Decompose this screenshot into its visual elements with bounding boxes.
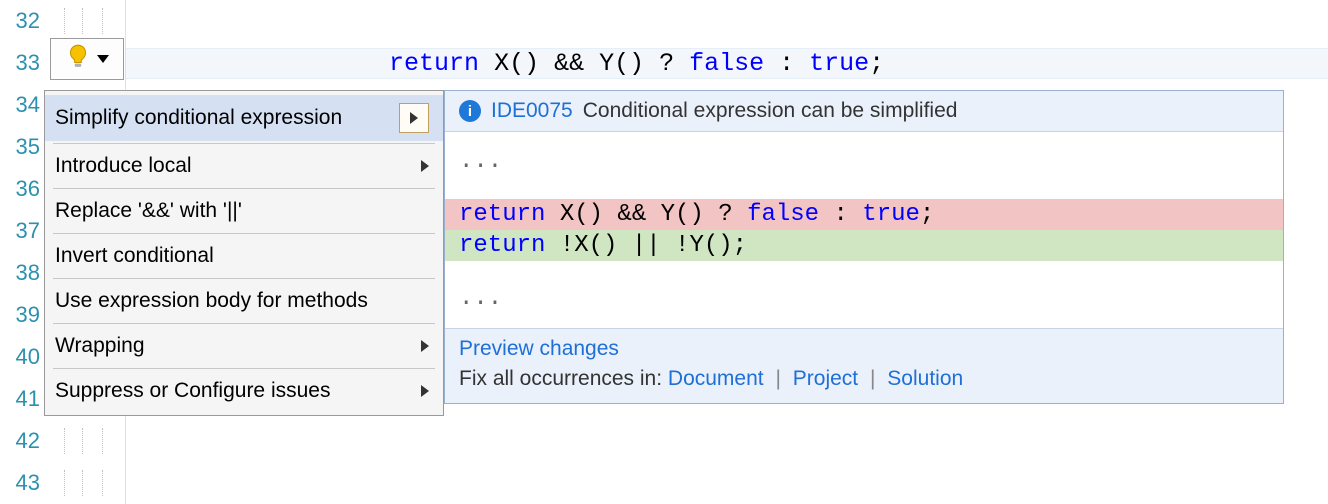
preview-footer: Preview changes Fix all occurrences in: … <box>445 328 1283 403</box>
menu-separator <box>53 233 435 234</box>
menu-item-label: Wrapping <box>55 334 145 358</box>
menu-separator <box>53 143 435 144</box>
line-number: 32 <box>0 8 46 34</box>
line-number: 35 <box>0 134 46 160</box>
menu-separator <box>53 323 435 324</box>
editor-line: 42 <box>0 420 1328 462</box>
submenu-arrow-icon <box>421 340 429 352</box>
line-number: 36 <box>0 176 46 202</box>
keyword-true: true <box>809 49 869 78</box>
info-icon: i <box>459 100 481 122</box>
code-text: ; <box>869 49 884 78</box>
menu-item-invert-conditional[interactable]: Invert conditional <box>45 236 443 276</box>
menu-item-label: Replace '&&' with '||' <box>55 199 242 223</box>
preview-header: i IDE0075 Conditional expression can be … <box>445 91 1283 132</box>
line-number: 38 <box>0 260 46 286</box>
submenu-arrow-icon <box>399 103 429 133</box>
line-number: 34 <box>0 92 46 118</box>
menu-item-simplify-conditional[interactable]: Simplify conditional expression <box>45 95 443 141</box>
preview-panel: i IDE0075 Conditional expression can be … <box>444 90 1284 404</box>
line-number: 41 <box>0 386 46 412</box>
menu-item-replace-operator[interactable]: Replace '&&' with '||' <box>45 191 443 231</box>
line-number: 37 <box>0 218 46 244</box>
editor-line-current: 33 return X() && Y() ? false : true; <box>0 42 1328 84</box>
menu-separator <box>53 368 435 369</box>
line-number: 39 <box>0 302 46 328</box>
menu-item-expression-body[interactable]: Use expression body for methods <box>45 281 443 321</box>
preview-changes-link[interactable]: Preview changes <box>459 337 619 360</box>
gutter <box>46 0 126 42</box>
menu-item-label: Suppress or Configure issues <box>55 379 330 403</box>
menu-item-label: Invert conditional <box>55 244 214 268</box>
diff-removed-line: return X() && Y() ? false : true; <box>445 199 1283 230</box>
diff-ellipsis: ... <box>445 142 1283 181</box>
fix-all-label: Fix all occurrences in: <box>459 367 668 390</box>
preview-diff: ... return X() && Y() ? false : true; re… <box>445 132 1283 328</box>
gutter <box>46 420 126 462</box>
line-number: 43 <box>0 470 46 496</box>
menu-separator <box>53 188 435 189</box>
fix-document-link[interactable]: Document <box>668 367 764 390</box>
chevron-down-icon <box>97 55 109 63</box>
diff-ellipsis: ... <box>445 279 1283 318</box>
code-editor[interactable]: 32 33 return X() && Y() ? false : true; … <box>0 0 1328 503</box>
menu-item-introduce-local[interactable]: Introduce local <box>45 146 443 186</box>
code-text: : <box>764 49 809 78</box>
menu-item-label: Introduce local <box>55 154 192 178</box>
menu-item-label: Simplify conditional expression <box>55 106 342 130</box>
menu-separator <box>53 278 435 279</box>
fix-project-link[interactable]: Project <box>793 367 858 390</box>
diagnostic-message: Conditional expression can be simplified <box>583 99 958 123</box>
menu-item-wrapping[interactable]: Wrapping <box>45 326 443 366</box>
code-text: X() && Y() ? <box>479 49 689 78</box>
fix-solution-link[interactable]: Solution <box>887 367 963 390</box>
quick-actions-menu: Simplify conditional expression Introduc… <box>44 90 444 416</box>
keyword-return: return <box>389 49 479 78</box>
separator: | <box>870 367 875 390</box>
code-cell[interactable]: return X() && Y() ? false : true; <box>126 48 1328 79</box>
line-number: 33 <box>0 50 46 76</box>
diff-added-line: return !X() || !Y(); <box>445 230 1283 261</box>
submenu-arrow-icon <box>421 160 429 172</box>
lightbulb-button[interactable] <box>50 38 124 80</box>
diagnostic-code[interactable]: IDE0075 <box>491 99 573 123</box>
gutter <box>46 462 126 504</box>
submenu-arrow-icon <box>421 385 429 397</box>
separator: | <box>775 367 780 390</box>
line-number: 42 <box>0 428 46 454</box>
lightbulb-icon <box>65 43 91 75</box>
keyword-false: false <box>689 49 764 78</box>
menu-item-label: Use expression body for methods <box>55 289 368 313</box>
menu-item-suppress-configure[interactable]: Suppress or Configure issues <box>45 371 443 411</box>
editor-line: 32 <box>0 0 1328 42</box>
line-number: 40 <box>0 344 46 370</box>
editor-line: 43 <box>0 462 1328 504</box>
